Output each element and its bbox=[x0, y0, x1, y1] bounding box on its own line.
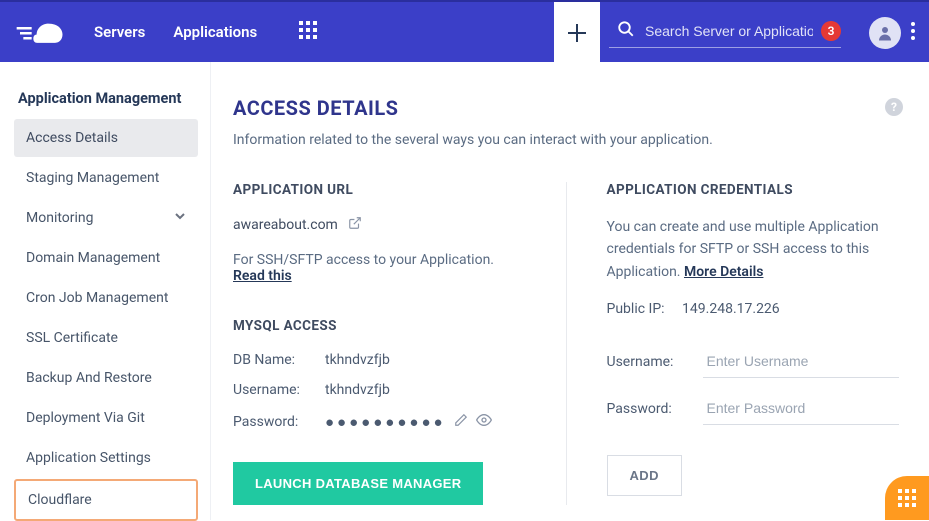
open-external-icon[interactable] bbox=[348, 216, 362, 234]
sidebar-item-staging-management[interactable]: Staging Management bbox=[14, 159, 198, 197]
columns: APPLICATION URL awareabout.com For SSH/S… bbox=[233, 182, 899, 505]
mysql-username-row: Username: tkhndvzfjb bbox=[233, 382, 526, 398]
help-icon[interactable]: ? bbox=[885, 98, 903, 116]
mysql-dbname-value: tkhndvzfjb bbox=[325, 352, 390, 368]
sidebar-item-label: Application Settings bbox=[26, 450, 151, 466]
sidebar-item-label: Access Details bbox=[26, 130, 118, 146]
eye-icon[interactable] bbox=[476, 412, 492, 432]
sidebar-item-label: Monitoring bbox=[26, 210, 94, 226]
logo[interactable] bbox=[0, 17, 80, 47]
password-input[interactable] bbox=[703, 392, 900, 425]
sidebar-item-label: Deployment Via Git bbox=[26, 410, 145, 426]
application-url: awareabout.com bbox=[233, 217, 338, 233]
sidebar-item-label: Staging Management bbox=[26, 170, 159, 186]
sidebar-item-label: Backup And Restore bbox=[26, 370, 152, 386]
sidebar-item-cloudflare[interactable]: Cloudflare bbox=[14, 479, 198, 521]
username-input[interactable] bbox=[703, 345, 900, 378]
col-left: APPLICATION URL awareabout.com For SSH/S… bbox=[233, 182, 526, 505]
add-credential-button[interactable]: ADD bbox=[607, 455, 682, 496]
sidebar-item-domain-management[interactable]: Domain Management bbox=[14, 239, 198, 277]
topbar-right: 3 bbox=[609, 2, 929, 64]
col-right: APPLICATION CREDENTIALS You can create a… bbox=[607, 182, 900, 505]
grid-icon bbox=[898, 489, 916, 507]
credentials-description: You can create and use multiple Applicat… bbox=[607, 216, 900, 283]
page-title: ACCESS DETAILS bbox=[233, 96, 899, 120]
sidebar-item-monitoring[interactable]: Monitoring bbox=[14, 199, 198, 237]
username-label: Username: bbox=[607, 354, 703, 370]
plus-icon bbox=[566, 22, 588, 44]
ssh-hint: For SSH/SFTP access to your Application.… bbox=[233, 252, 526, 284]
mysql-password-row: Password: ●●●●●●●●●● bbox=[233, 412, 526, 432]
public-ip-label: Public IP: bbox=[607, 301, 665, 317]
sidebar-title: Application Management bbox=[14, 90, 198, 107]
read-this-link[interactable]: Read this bbox=[233, 268, 292, 284]
sidebar-item-label: Domain Management bbox=[26, 250, 160, 266]
edit-icon[interactable] bbox=[454, 413, 468, 431]
section-application-url-heading: APPLICATION URL bbox=[233, 182, 526, 198]
application-url-row: awareabout.com bbox=[233, 216, 526, 234]
mysql-dbname-label: DB Name: bbox=[233, 352, 325, 368]
public-ip-value: 149.248.17.226 bbox=[682, 301, 780, 317]
sidebar-item-backup-and-restore[interactable]: Backup And Restore bbox=[14, 359, 198, 397]
sidebar-item-application-settings[interactable]: Application Settings bbox=[14, 439, 198, 477]
sidebar-item-label: Cloudflare bbox=[28, 492, 92, 508]
user-icon bbox=[876, 24, 894, 42]
page-subtitle: Information related to the several ways … bbox=[233, 132, 899, 148]
main-panel: ? ACCESS DETAILS Information related to … bbox=[210, 62, 929, 520]
add-button[interactable] bbox=[554, 2, 600, 64]
sidebar-item-label: SSL Certificate bbox=[26, 330, 118, 346]
password-label: Password: bbox=[607, 401, 703, 417]
avatar[interactable] bbox=[869, 17, 901, 49]
search-group: 3 bbox=[609, 19, 841, 48]
mysql-username-label: Username: bbox=[233, 382, 325, 398]
nav-servers[interactable]: Servers bbox=[94, 23, 145, 41]
section-credentials-heading: APPLICATION CREDENTIALS bbox=[607, 182, 900, 198]
cloud-logo-icon bbox=[15, 17, 65, 47]
username-field-row: Username: bbox=[607, 345, 900, 378]
sidebar: Application Management Access Details St… bbox=[0, 62, 210, 520]
sidebar-item-label: Cron Job Management bbox=[26, 290, 168, 306]
notification-badge[interactable]: 3 bbox=[821, 21, 841, 41]
public-ip-row: Public IP: 149.248.17.226 bbox=[607, 301, 900, 317]
password-field-row: Password: bbox=[607, 392, 900, 425]
sidebar-item-ssl-certificate[interactable]: SSL Certificate bbox=[14, 319, 198, 357]
sidebar-item-cron-job-management[interactable]: Cron Job Management bbox=[14, 279, 198, 317]
sidebar-item-deployment-via-git[interactable]: Deployment Via Git bbox=[14, 399, 198, 437]
launch-database-manager-button[interactable]: LAUNCH DATABASE MANAGER bbox=[233, 462, 483, 505]
apps-grid-icon[interactable] bbox=[299, 21, 317, 43]
nav-applications[interactable]: Applications bbox=[173, 23, 257, 41]
search-icon[interactable] bbox=[617, 20, 635, 42]
mysql-password-label: Password: bbox=[233, 414, 325, 430]
floating-action-button[interactable] bbox=[885, 476, 929, 520]
mysql-dbname-row: DB Name: tkhndvzfjb bbox=[233, 352, 526, 368]
more-menu-icon[interactable] bbox=[911, 22, 915, 44]
more-details-link[interactable]: More Details bbox=[684, 264, 763, 280]
ssh-hint-text: For SSH/SFTP access to your Application. bbox=[233, 252, 494, 268]
top-bar: Servers Applications 3 bbox=[0, 0, 929, 62]
content: Application Management Access Details St… bbox=[0, 62, 929, 520]
sidebar-item-access-details[interactable]: Access Details bbox=[14, 119, 198, 157]
mysql-username-value: tkhndvzfjb bbox=[325, 382, 390, 398]
search-input[interactable] bbox=[643, 19, 815, 43]
vertical-divider bbox=[566, 182, 567, 505]
mysql-password-masked: ●●●●●●●●●● bbox=[325, 413, 446, 431]
chevron-down-icon bbox=[174, 210, 186, 226]
section-mysql-heading: MYSQL ACCESS bbox=[233, 318, 526, 334]
